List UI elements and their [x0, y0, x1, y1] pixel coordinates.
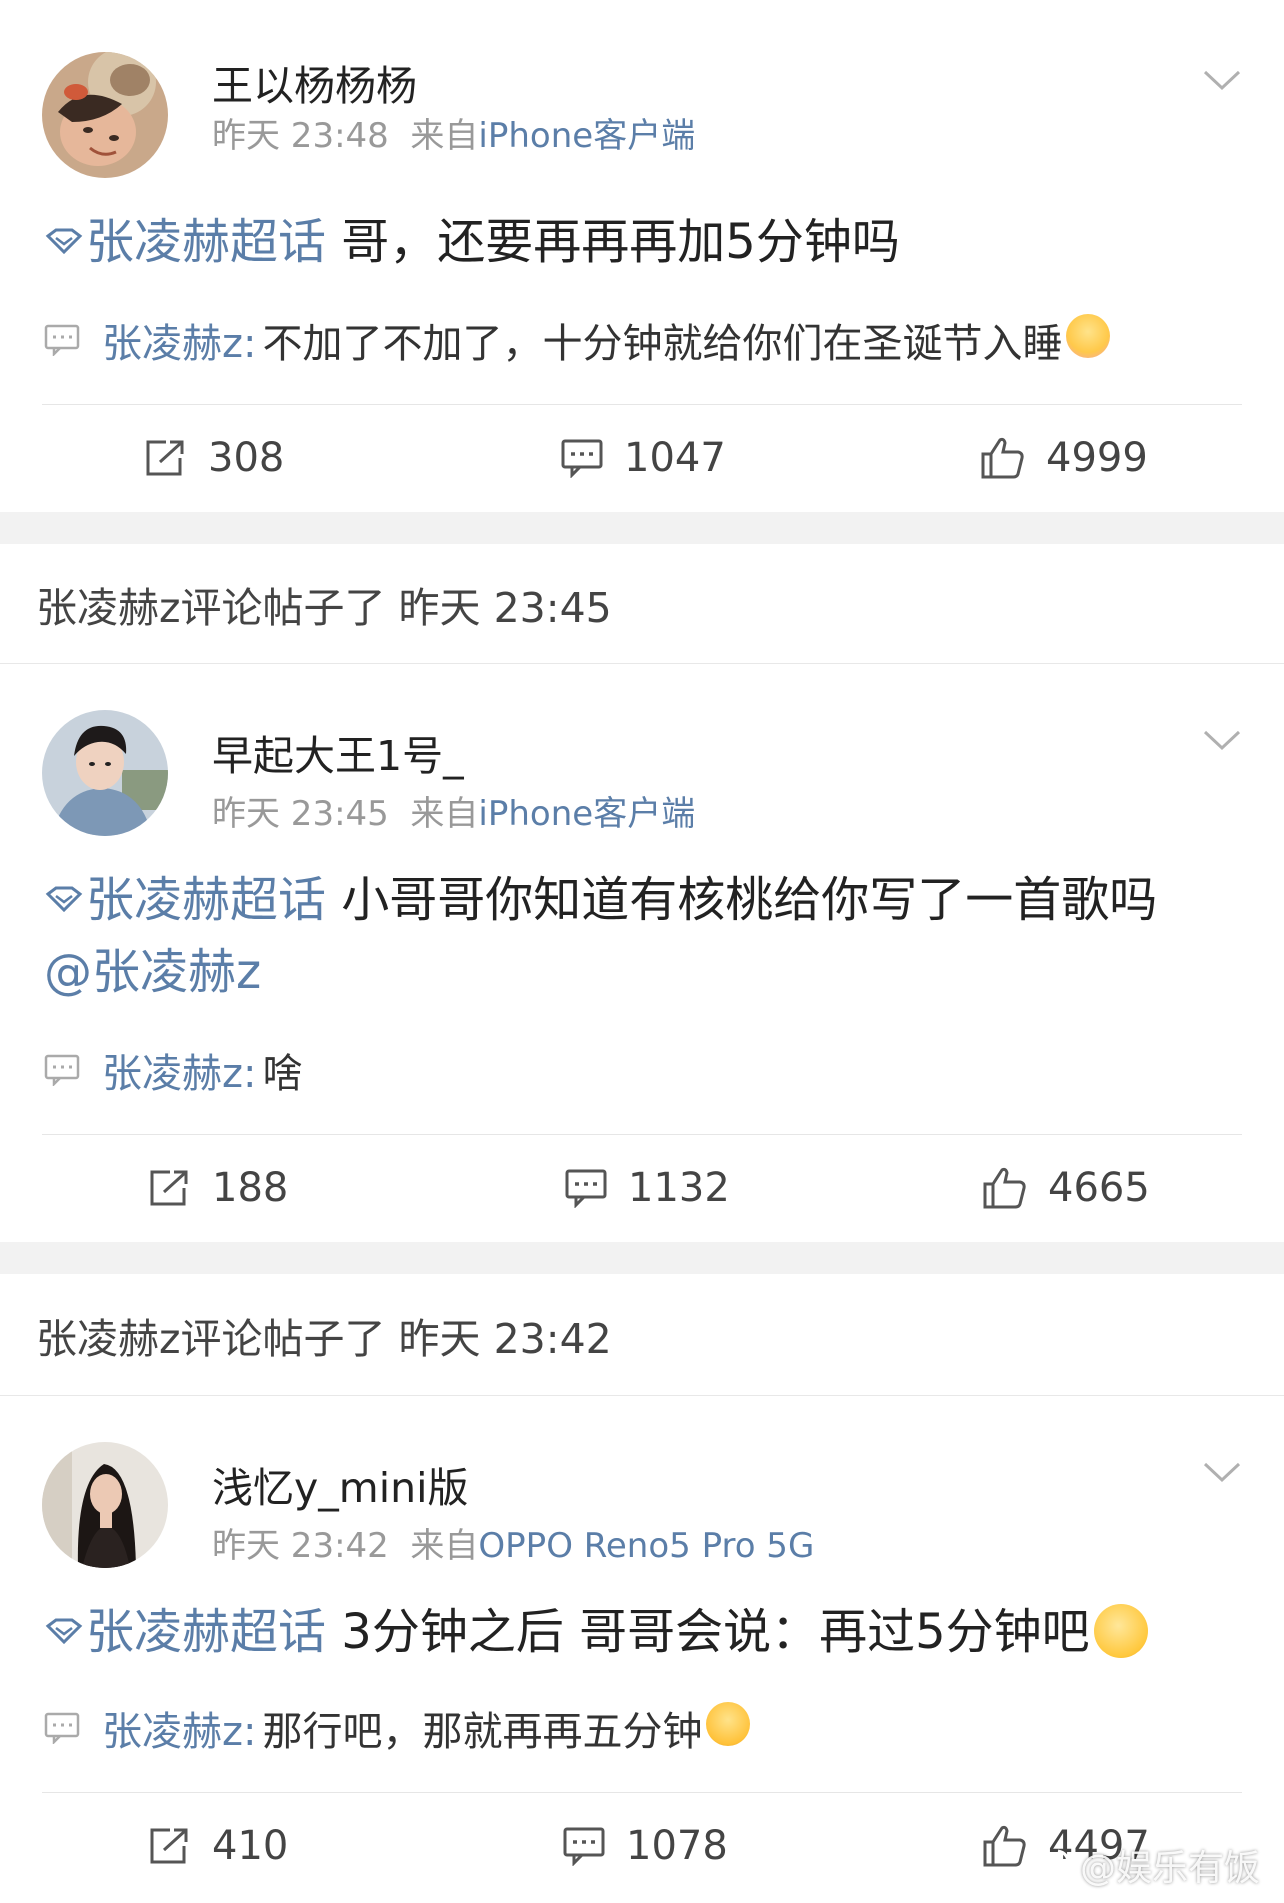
- username[interactable]: 早起大王1号_: [212, 722, 464, 782]
- topic-link[interactable]: 张凌赫超话: [86, 872, 326, 928]
- comment-button[interactable]: 1132: [564, 1158, 730, 1218]
- comment-icon: [44, 1712, 80, 1744]
- post-meta: 昨天 23:45 来自iPhone客户端: [212, 786, 695, 835]
- activity-header: 张凌赫z评论帖子了 昨天 23:42: [0, 1274, 1284, 1396]
- weibo-logo-icon: [1026, 1849, 1070, 1885]
- reply-author[interactable]: 张凌赫z:: [102, 1041, 256, 1099]
- activity-text: 张凌赫z评论帖子了 昨天 23:45: [36, 583, 612, 632]
- wink-emoji-icon: [706, 1702, 751, 1746]
- topic-link[interactable]: 张凌赫超话: [86, 214, 326, 270]
- from-label: 来自: [410, 794, 479, 834]
- post-source[interactable]: iPhone客户端: [478, 116, 695, 156]
- reply-preview[interactable]: 张凌赫z: 啥: [44, 1040, 1244, 1100]
- like-button[interactable]: 4665: [982, 1158, 1150, 1218]
- avatar[interactable]: [42, 52, 168, 178]
- reply-preview[interactable]: 张凌赫z: 不加了不加了，十分钟就给你们在圣诞节入睡: [44, 310, 1244, 370]
- super-topic-icon: [45, 1618, 83, 1644]
- action-bar: 188 1132 4665: [0, 1158, 1284, 1218]
- repost-button[interactable]: 188: [148, 1158, 288, 1218]
- super-topic-icon: [45, 886, 83, 912]
- post-time: 昨天 23:48: [212, 116, 389, 156]
- chevron-down-icon[interactable]: [1202, 68, 1242, 92]
- post-content: 张凌赫超话 3分钟之后 哥哥会说：再过5分钟吧: [44, 1596, 1244, 1668]
- divider: [42, 404, 1242, 405]
- comment-icon: [563, 1827, 605, 1866]
- super-topic-icon: [45, 228, 83, 254]
- post-content: 张凌赫超话 哥，还要再再再加5分钟吗: [44, 206, 1244, 278]
- thumbs-up-icon: [983, 1167, 1026, 1209]
- username[interactable]: 浅忆y_mini版: [212, 1454, 468, 1514]
- action-bar: 308 1047 4999: [0, 428, 1284, 488]
- username[interactable]: 王以杨杨杨: [212, 52, 417, 112]
- post-time: 昨天 23:42: [212, 1526, 389, 1566]
- reply-preview[interactable]: 张凌赫z: 那行吧，那就再再五分钟: [44, 1698, 1244, 1758]
- post-card-3: 浅忆y_mini版 昨天 23:42 来自OPPO Reno5 Pro 5G 张…: [0, 1396, 1284, 1903]
- post-card-2: 早起大王1号_ 昨天 23:45 来自iPhone客户端 张凌赫超话 小哥哥你知…: [0, 664, 1284, 1242]
- mention-link[interactable]: @张凌赫z: [44, 944, 261, 1000]
- post-content: 张凌赫超话 小哥哥你知道有核桃给你写了一首歌吗 @张凌赫z: [44, 864, 1244, 1008]
- post-meta: 昨天 23:42 来自OPPO Reno5 Pro 5G: [212, 1518, 814, 1567]
- like-button[interactable]: 4999: [980, 428, 1148, 488]
- post-time: 昨天 23:45: [212, 794, 389, 834]
- comment-count: 1047: [624, 435, 726, 481]
- post-source[interactable]: OPPO Reno5 Pro 5G: [478, 1526, 814, 1566]
- repost-icon: [150, 1828, 188, 1864]
- reply-text: 不加了不加了，十分钟就给你们在圣诞节入睡: [262, 321, 1063, 367]
- reply-author[interactable]: 张凌赫z:: [102, 1699, 256, 1757]
- repost-icon: [150, 1170, 188, 1206]
- post-source[interactable]: iPhone客户端: [478, 794, 695, 834]
- from-label: 来自: [410, 1526, 479, 1566]
- repost-count: 188: [212, 1165, 289, 1211]
- repost-icon: [146, 440, 184, 476]
- repost-button[interactable]: 410: [148, 1816, 288, 1876]
- sleepy-emoji-icon: [1066, 314, 1111, 358]
- comment-icon: [565, 1169, 607, 1208]
- avatar[interactable]: [42, 710, 168, 836]
- comment-button[interactable]: 1047: [560, 428, 726, 488]
- repost-count: 410: [212, 1823, 289, 1869]
- post-text: 小哥哥你知道有核桃给你写了一首歌吗: [326, 872, 1158, 928]
- reply-text: 那行吧，那就再再五分钟: [262, 1709, 703, 1755]
- repost-button[interactable]: 308: [144, 428, 284, 488]
- activity-text: 张凌赫z评论帖子了 昨天 23:42: [36, 1314, 612, 1363]
- comment-count: 1132: [628, 1165, 730, 1211]
- comment-icon: [44, 324, 80, 356]
- watermark: @娱乐有饭: [1026, 1839, 1260, 1891]
- activity-header: 张凌赫z评论帖子了 昨天 23:45: [0, 544, 1284, 664]
- post-meta: 昨天 23:48 来自iPhone客户端: [212, 108, 695, 157]
- comment-button[interactable]: 1078: [562, 1816, 728, 1876]
- watermark-text: @娱乐有饭: [1079, 1848, 1260, 1889]
- avatar[interactable]: [42, 1442, 168, 1568]
- reply-text: 啥: [262, 1051, 303, 1097]
- post-card-1: 王以杨杨杨 昨天 23:48 来自iPhone客户端 张凌赫超话 哥，还要再再再…: [0, 0, 1284, 512]
- divider: [42, 1134, 1242, 1135]
- comment-icon: [561, 439, 603, 478]
- post-text: 3分钟之后 哥哥会说：再过5分钟吧: [326, 1604, 1090, 1660]
- thumbs-up-icon: [981, 437, 1024, 479]
- reply-author[interactable]: 张凌赫z:: [102, 311, 256, 369]
- thumbs-up-icon: [983, 1825, 1026, 1867]
- comment-count: 1078: [626, 1823, 728, 1869]
- post-text: 哥，还要再再再加5分钟吗: [326, 214, 900, 270]
- thinking-emoji-icon: [1093, 1604, 1148, 1658]
- chevron-down-icon[interactable]: [1202, 728, 1242, 752]
- chevron-down-icon[interactable]: [1202, 1460, 1242, 1484]
- comment-icon: [44, 1054, 80, 1086]
- divider: [42, 1792, 1242, 1793]
- like-count: 4665: [1048, 1165, 1150, 1211]
- from-label: 来自: [410, 116, 479, 156]
- like-count: 4999: [1046, 435, 1148, 481]
- repost-count: 308: [208, 435, 285, 481]
- topic-link[interactable]: 张凌赫超话: [86, 1604, 326, 1660]
